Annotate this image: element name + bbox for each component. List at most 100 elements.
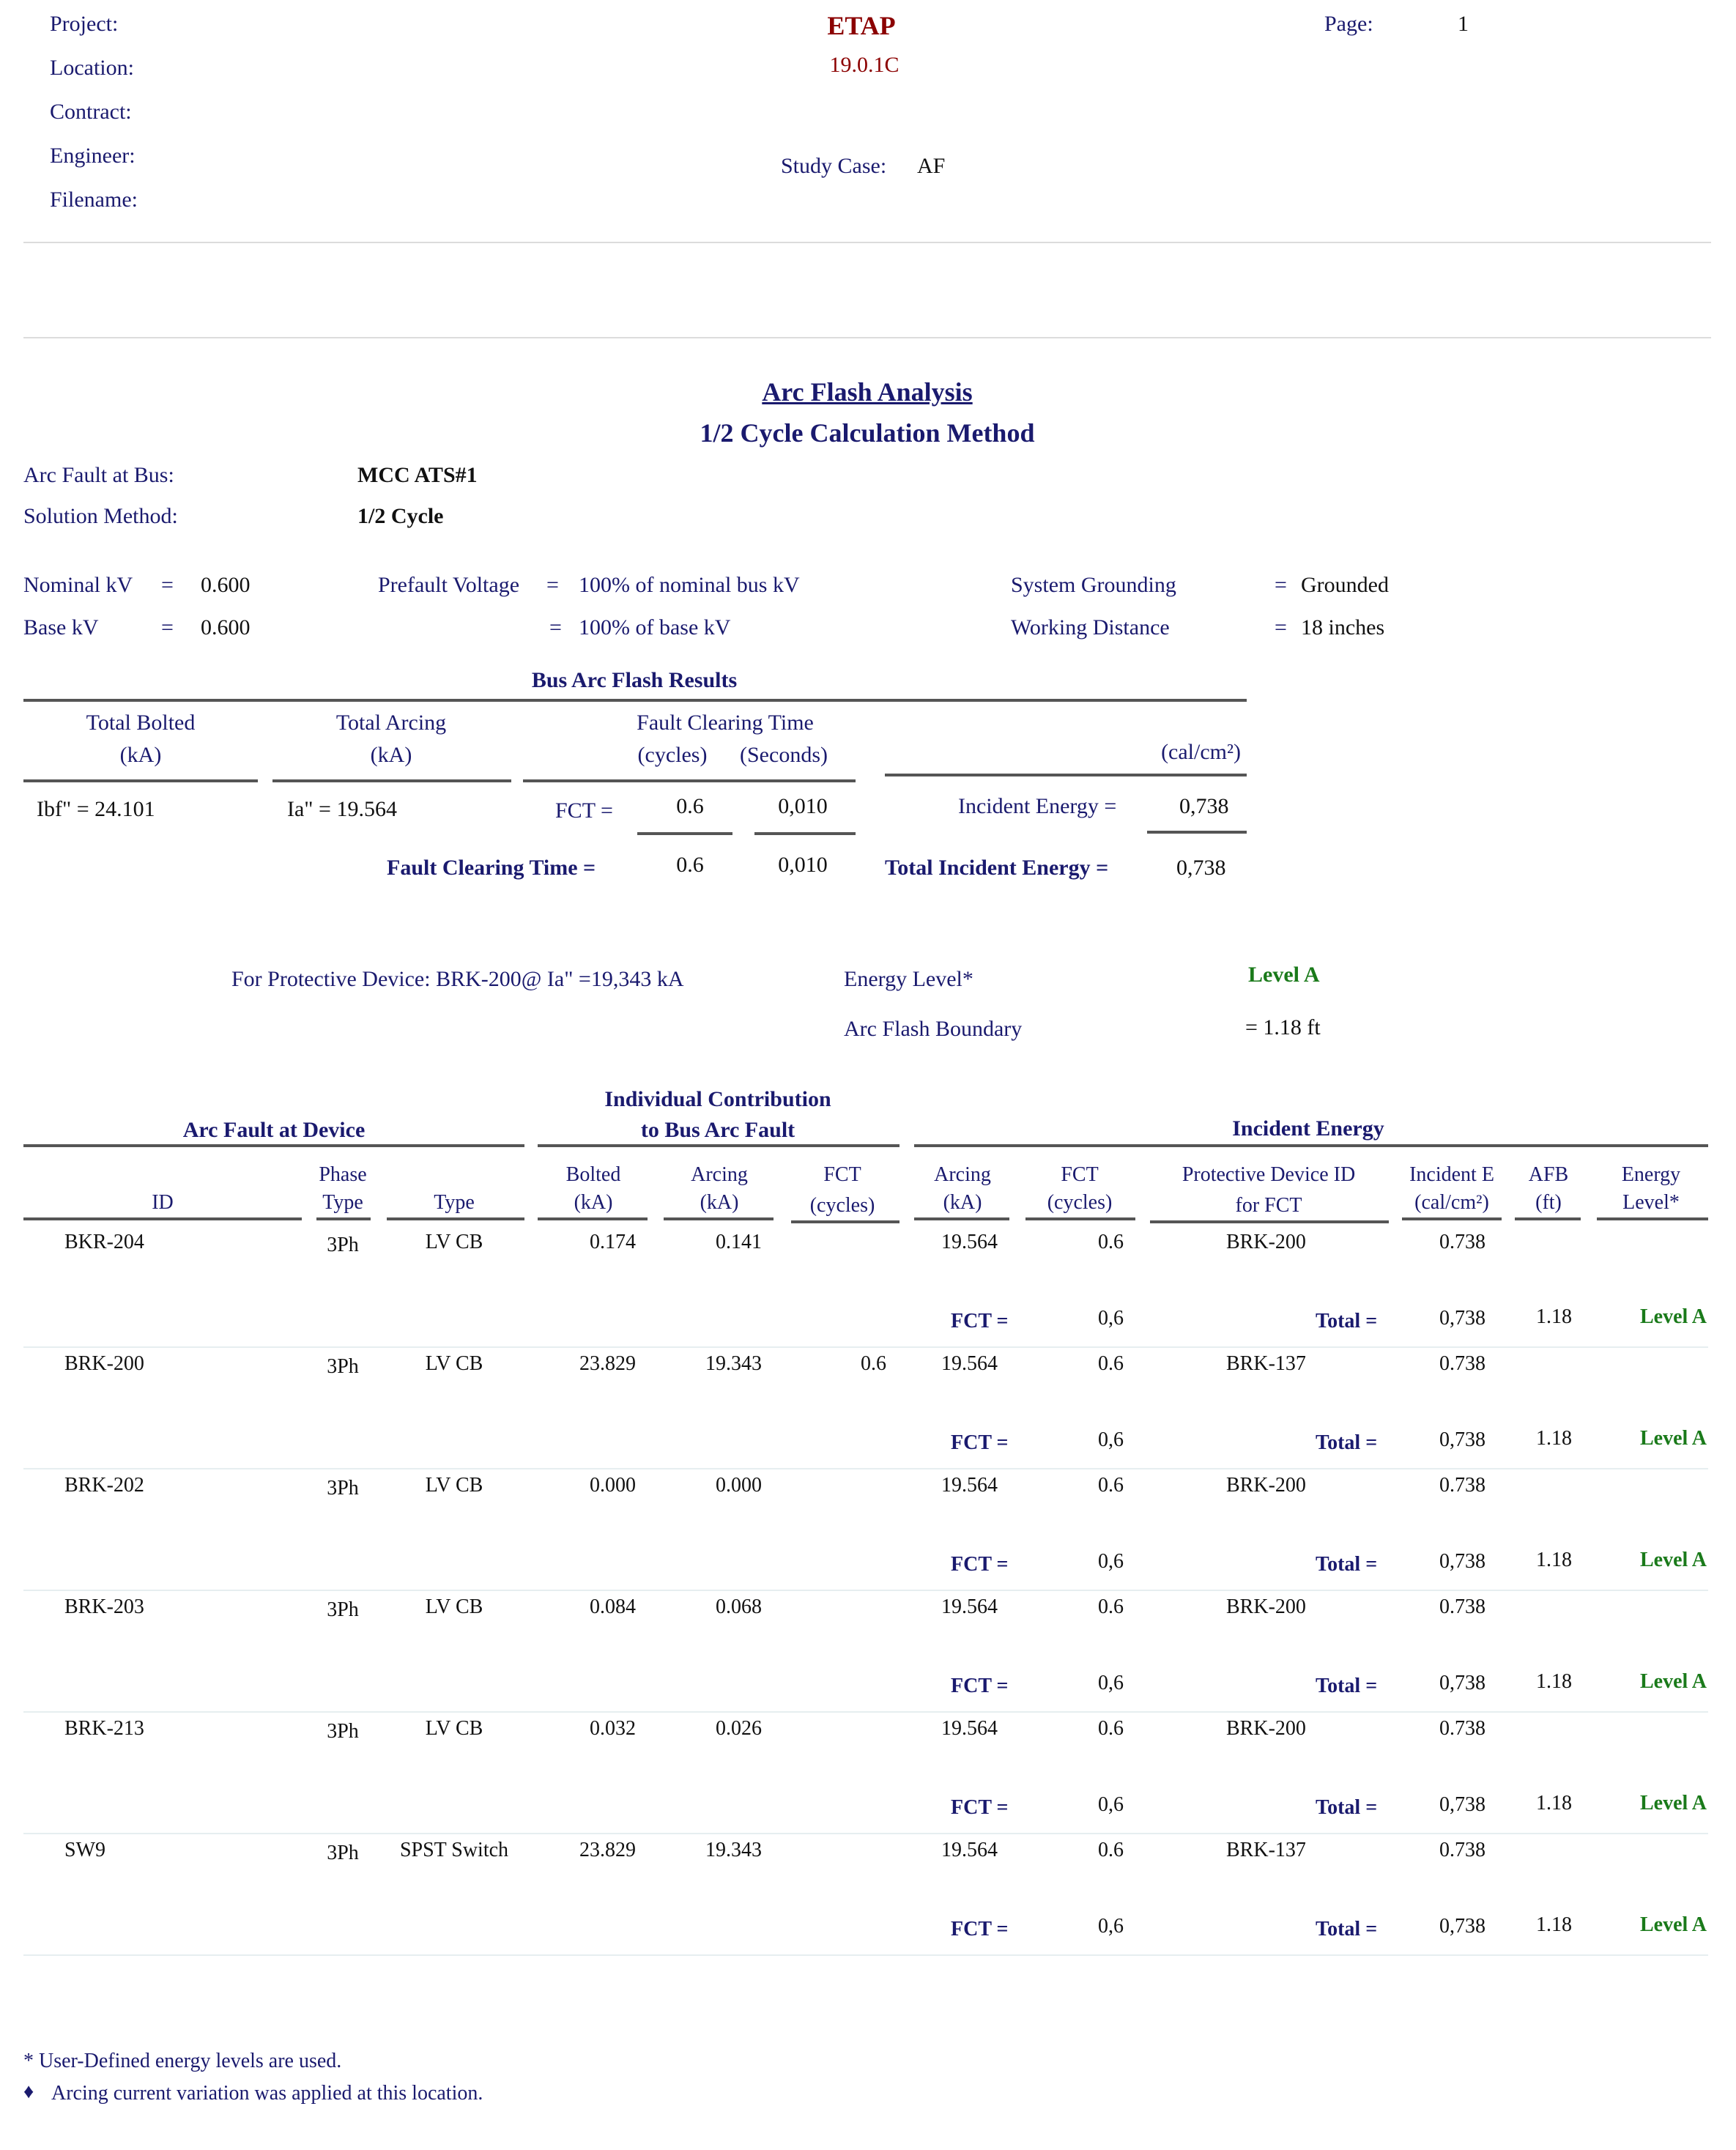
prefault-base-eq: =	[549, 615, 562, 640]
prefault-value-nominal: 100% of nominal bus kV	[579, 573, 800, 597]
row-type: SPST Switch	[399, 1839, 509, 1861]
row-sum-fct: 0,6	[1098, 1428, 1124, 1451]
col-iarc-h2: (kA)	[943, 1191, 982, 1214]
rule-phase	[316, 1217, 371, 1220]
row-iarc: 19.564	[941, 1717, 998, 1740]
row-bolted: 0.032	[590, 1717, 636, 1740]
row-sum-fct: 0,6	[1098, 1793, 1124, 1816]
row-level: Level A	[1640, 1549, 1707, 1571]
col-type: Type	[434, 1191, 475, 1214]
col-fct-h1: FCT	[823, 1163, 861, 1186]
row-iarc: 19.564	[941, 1839, 998, 1861]
row-phase: 3Ph	[327, 1842, 359, 1864]
row-id: SW9	[64, 1839, 105, 1861]
col-fct-seconds: (Seconds)	[740, 743, 828, 767]
row-iarc: 19.564	[941, 1474, 998, 1497]
diamond-icon: ♦	[23, 2080, 34, 2103]
row-ifct: 0.6	[1098, 1839, 1124, 1861]
group-rule-incident	[914, 1144, 1708, 1147]
prefault-label: Prefault Voltage	[378, 573, 520, 597]
rule-arcing	[664, 1217, 774, 1220]
col-arcing-h1: Total Arcing	[335, 711, 447, 735]
row-arcing: 0.068	[716, 1595, 762, 1618]
col-fct-cycles: (cycles)	[637, 743, 708, 767]
ibf-value: Ibf" = 24.101	[37, 797, 155, 821]
row-arcing: 0.026	[716, 1717, 762, 1740]
row-afb: 1.18	[1536, 1549, 1572, 1571]
row-total-label: Total =	[1316, 1553, 1378, 1576]
row-pd: BRK-200	[1226, 1717, 1306, 1740]
title-divider	[23, 337, 1711, 338]
contract-label: Contract:	[50, 100, 132, 124]
col-phase-h2: Type	[322, 1191, 363, 1214]
row-ie: 0.738	[1439, 1231, 1485, 1253]
row-level: Level A	[1640, 1427, 1707, 1450]
row-level: Level A	[1640, 1670, 1707, 1693]
row-afb: 1.18	[1536, 1670, 1572, 1693]
rule-pd	[1150, 1220, 1389, 1223]
col-fct-h1: Fault Clearing Time	[637, 711, 814, 735]
rule-type	[387, 1217, 524, 1220]
row-separator	[23, 1590, 1708, 1591]
row-type: LV CB	[425, 1474, 483, 1497]
col-pd-h1: Protective Device ID	[1182, 1163, 1356, 1186]
nominal-kv-eq: =	[161, 573, 174, 597]
col-id: ID	[152, 1191, 174, 1214]
energy-level-value: Level A	[1248, 963, 1320, 987]
afb-label: Arc Flash Boundary	[844, 1017, 1023, 1041]
nominal-kv-label: Nominal kV	[23, 573, 133, 597]
footnote-arcing-variation: Arcing current variation was applied at …	[51, 2082, 483, 2105]
row-fct-label: FCT =	[951, 1796, 1009, 1819]
row-arcing: 0.000	[716, 1474, 762, 1497]
row-ifct: 0.6	[1098, 1474, 1124, 1497]
row-arcing: 0.141	[716, 1231, 762, 1253]
row-fct-label: FCT =	[951, 1553, 1009, 1576]
col-energy-unit: (cal/cm²)	[1161, 740, 1241, 764]
col-pd-h2: for FCT	[1235, 1194, 1302, 1217]
rule-level	[1597, 1217, 1708, 1220]
filename-label: Filename:	[50, 188, 138, 212]
rule-ifct	[1025, 1217, 1135, 1220]
base-kv-label: Base kV	[23, 615, 99, 640]
row-phase: 3Ph	[327, 1234, 359, 1256]
row-type: LV CB	[425, 1595, 483, 1618]
rule-bolted	[538, 1217, 648, 1220]
bus-results-title: Bus Arc Flash Results	[531, 668, 738, 692]
row-iarc: 19.564	[941, 1352, 998, 1375]
grounding-value: Grounded	[1301, 573, 1389, 597]
working-distance-value: 18 inches	[1301, 615, 1385, 640]
row-pd: BRK-200	[1226, 1595, 1306, 1618]
total-fct-cycles: 0.6	[676, 853, 704, 877]
col-arcing-h2: (kA)	[370, 743, 412, 767]
col-afb-h1: AFB	[1528, 1163, 1569, 1186]
row-type: LV CB	[425, 1717, 483, 1740]
protective-device-text: For Protective Device: BRK-200@ Ia" =19,…	[231, 967, 684, 991]
total-fct-label: Fault Clearing Time =	[387, 856, 596, 880]
row-sum-ie: 0,738	[1439, 1550, 1485, 1573]
row-fct-label: FCT =	[951, 1918, 1009, 1940]
solution-method-value: 1/2 Cycle	[357, 504, 444, 528]
row-arcing: 19.343	[705, 1352, 762, 1375]
working-distance-label: Working Distance	[1011, 615, 1170, 640]
energy-level-label: Energy Level*	[844, 967, 973, 991]
prefault-eq: =	[546, 573, 559, 597]
grounding-label: System Grounding	[1011, 573, 1176, 597]
project-label: Project:	[50, 12, 119, 36]
row-phase: 3Ph	[327, 1598, 359, 1621]
app-version: 19.0.1C	[829, 53, 899, 77]
row-bolted: 0.084	[590, 1595, 636, 1618]
row-ifct: 0.6	[1098, 1595, 1124, 1618]
study-case-value: AF	[917, 154, 946, 178]
col-afb-h2: (ft)	[1535, 1191, 1562, 1214]
row-fct: 0.6	[861, 1352, 886, 1375]
footnote-user-defined: * User-Defined energy levels are used.	[23, 2050, 342, 2072]
rule-arcing	[272, 779, 511, 782]
row-pd: BRK-137	[1226, 1352, 1306, 1375]
row-bolted: 0.174	[590, 1231, 636, 1253]
row-ie: 0.738	[1439, 1717, 1485, 1740]
row-ie: 0.738	[1439, 1474, 1485, 1497]
rule-iarc	[914, 1217, 1009, 1220]
row-level: Level A	[1640, 1305, 1707, 1328]
page-label: Page:	[1324, 12, 1373, 36]
row-bolted: 23.829	[579, 1839, 636, 1861]
